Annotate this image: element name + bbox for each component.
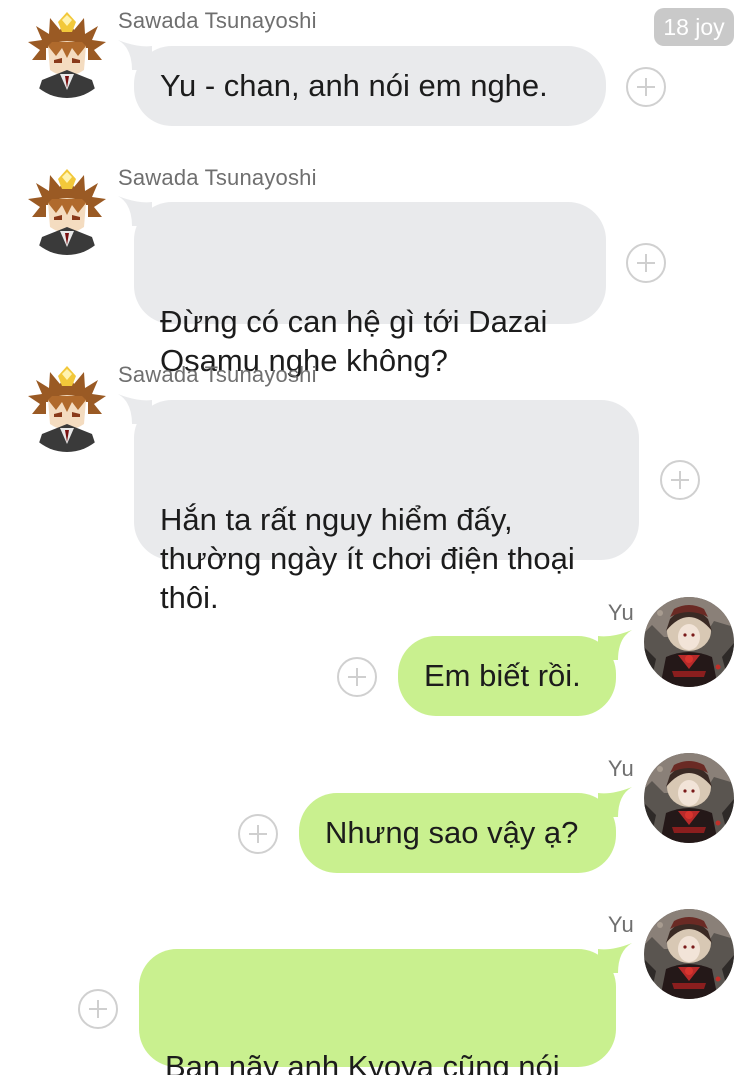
message-text: Ban nãy anh Kyoya cũng nói em vậy.: [165, 1049, 560, 1075]
sender-avatar[interactable]: [22, 362, 112, 452]
add-reaction-button[interactable]: [78, 989, 118, 1029]
user-avatar[interactable]: [644, 597, 734, 687]
user-avatar[interactable]: [644, 753, 734, 843]
add-reaction-button[interactable]: [626, 243, 666, 283]
bubble-tail: [118, 196, 152, 226]
message-bubble-incoming[interactable]: Hắn ta rất nguy hiểm đấy, thường ngày ít…: [134, 400, 639, 615]
bubble-tail: [118, 394, 152, 424]
gothic-doll-avatar-icon: [644, 597, 734, 687]
spiky-hair-character-avatar-icon: [22, 165, 112, 255]
add-reaction-button[interactable]: [337, 657, 377, 697]
message-text: Em biết rồi.: [424, 658, 581, 693]
message-bubble-outgoing[interactable]: Em biết rồi.: [398, 636, 616, 716]
message-bubble-incoming[interactable]: Yu - chan, anh nói em nghe.: [134, 46, 606, 126]
sender-name: Sawada Tsunayoshi: [118, 165, 317, 190]
bubble-tail: [118, 40, 152, 70]
message-text: Yu - chan, anh nói em nghe.: [160, 68, 548, 103]
sender-name: Yu: [607, 912, 634, 937]
bubble-tail: [598, 630, 632, 660]
message-bubble-incoming[interactable]: Đừng có can hệ gì tới Dazai Osamu nghe k…: [134, 202, 606, 378]
bubble-tail: [598, 943, 632, 973]
user-avatar[interactable]: [644, 909, 734, 999]
add-reaction-button[interactable]: [660, 460, 700, 500]
gothic-doll-avatar-icon: [644, 753, 734, 843]
spiky-hair-character-avatar-icon: [22, 362, 112, 452]
message-bubble-outgoing[interactable]: Nhưng sao vậy ạ?: [299, 793, 616, 873]
message-text: Hắn ta rất nguy hiểm đấy, thường ngày ít…: [160, 502, 575, 615]
spiky-hair-character-avatar-icon: [22, 8, 112, 98]
bubble-tail: [598, 787, 632, 817]
sender-avatar[interactable]: [22, 8, 112, 98]
gothic-doll-avatar-icon: [644, 909, 734, 999]
message-text: Nhưng sao vậy ạ?: [325, 815, 579, 850]
sticker-count-badge[interactable]: 18 joy: [654, 8, 734, 46]
sender-avatar[interactable]: [22, 165, 112, 255]
sender-name: Yu: [607, 756, 634, 781]
message-bubble-outgoing[interactable]: Ban nãy anh Kyoya cũng nói em vậy.: [139, 949, 616, 1075]
sender-name: Yu: [607, 600, 634, 625]
sender-name: Sawada Tsunayoshi: [118, 8, 317, 33]
add-reaction-button[interactable]: [626, 67, 666, 107]
add-reaction-button[interactable]: [238, 814, 278, 854]
chat-screen: 18 joy Sawada Tsunayoshi Yu - chan, anh …: [0, 0, 750, 1075]
sender-name: Sawada Tsunayoshi: [118, 362, 317, 387]
